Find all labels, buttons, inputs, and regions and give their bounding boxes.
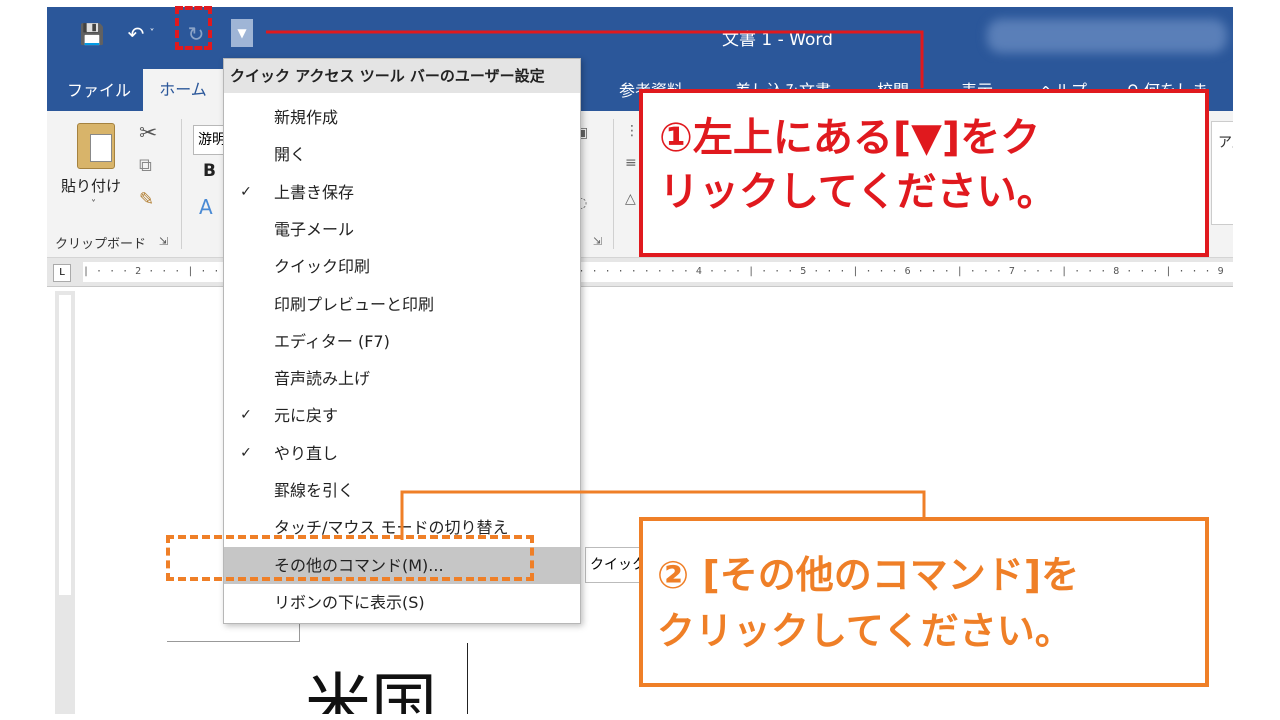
menu-item-label: エディター (F7) bbox=[274, 331, 390, 351]
step1-line1: ①左上にある[▼]をク bbox=[659, 115, 1041, 161]
menu-item-label: 印刷プレビューと印刷 bbox=[274, 294, 435, 314]
step1-callout: ①左上にある[▼]をク リックしてください。 bbox=[639, 89, 1209, 257]
menu-item[interactable]: ✓ 元に戻す bbox=[224, 397, 580, 434]
menu-item-label: 罫線を引く bbox=[274, 481, 355, 500]
align-left-icon[interactable]: ≡ bbox=[625, 155, 637, 171]
customize-qat-button[interactable]: ▼ bbox=[231, 19, 253, 47]
document-text[interactable]: 米国 bbox=[305, 651, 437, 714]
bold-button[interactable]: B bbox=[203, 161, 216, 181]
partial-screentip: クイック bbox=[585, 547, 647, 583]
menu-item-label: 上書き保存 bbox=[274, 182, 355, 202]
checkmark-icon: ✓ bbox=[240, 407, 252, 424]
menu-item[interactable]: クイック印刷 bbox=[224, 248, 580, 285]
menu-item-label: やり直し bbox=[274, 443, 339, 463]
menu-item[interactable]: 新規作成 bbox=[224, 99, 580, 136]
format-painter-icon[interactable]: ✎ bbox=[139, 189, 154, 210]
menu-item-label: 開く bbox=[274, 145, 307, 165]
menu-item[interactable]: 電子メール bbox=[224, 211, 580, 248]
menu-item-label: 電子メール bbox=[274, 219, 355, 239]
menu-item-label: 新規作成 bbox=[274, 108, 339, 127]
tab-file[interactable]: ファイル bbox=[67, 77, 131, 101]
checkmark-icon: ✓ bbox=[240, 183, 252, 200]
paste-icon[interactable] bbox=[77, 123, 115, 169]
undo-dropdown-icon[interactable]: ˅ bbox=[145, 21, 159, 47]
save-icon[interactable]: 💾 bbox=[79, 21, 105, 47]
menu-item-label: 元に戻す bbox=[274, 406, 339, 426]
step1-highlight-box bbox=[175, 6, 212, 50]
shading-icon[interactable]: △ bbox=[625, 191, 636, 207]
clipboard-group-label: クリップボード bbox=[55, 237, 147, 252]
menu-item-label: リボンの下に表示(S) bbox=[274, 592, 425, 612]
menu-item[interactable]: 印刷プレビューと印刷 bbox=[224, 286, 580, 323]
copy-icon[interactable]: ⧉ bbox=[139, 155, 152, 176]
menu-header: クイック アクセス ツール バーのユーザー設定 bbox=[224, 59, 580, 93]
menu-item[interactable]: ✓ 上書き保存 bbox=[224, 174, 580, 211]
text-cursor bbox=[467, 643, 468, 714]
group-divider bbox=[613, 119, 614, 249]
cut-icon[interactable]: ✂ bbox=[139, 121, 157, 146]
menu-item[interactable]: リボンの下に表示(S) bbox=[224, 584, 580, 621]
text-effects-button[interactable]: A bbox=[199, 195, 213, 219]
step1-line2: リックしてください。 bbox=[659, 169, 1057, 215]
dialog-launcher-icon-font[interactable]: ⇲ bbox=[593, 235, 602, 248]
menu-item[interactable]: 開く bbox=[224, 136, 580, 173]
menu-item[interactable]: 罫線を引く bbox=[224, 472, 580, 509]
paste-button-label[interactable]: 貼り付け bbox=[61, 175, 121, 196]
step2-line2: クリックしてください。 bbox=[657, 609, 1073, 653]
menu-item[interactable]: エディター (F7) bbox=[224, 323, 580, 360]
title-bar: 💾 ↶ ˅ ↻ ▼ 文書 1 - Word bbox=[47, 7, 1233, 63]
menu-item[interactable]: ✓ やり直し bbox=[224, 435, 580, 472]
menu-item[interactable]: 音声読み上げ bbox=[224, 360, 580, 397]
bullets-icon[interactable]: ⋮ bbox=[625, 123, 639, 139]
dialog-launcher-icon[interactable]: ⇲ bbox=[159, 235, 168, 248]
checkmark-icon: ✓ bbox=[240, 444, 252, 461]
menu-item-label: クイック印刷 bbox=[274, 257, 371, 277]
group-divider bbox=[181, 119, 182, 249]
vertical-ruler bbox=[55, 291, 75, 714]
step2-highlight-box bbox=[166, 535, 534, 581]
blurred-account-area bbox=[987, 19, 1227, 53]
styles-gallery[interactable]: ア亜 bbox=[1211, 121, 1233, 225]
menu-item-label: 音声読み上げ bbox=[274, 369, 371, 389]
tab-home[interactable]: ホーム bbox=[143, 69, 223, 111]
tab-selector[interactable]: L bbox=[53, 264, 71, 282]
step2-callout: ② [その他のコマンド]を クリックしてください。 bbox=[639, 517, 1209, 687]
chevron-down-icon[interactable]: ˅ bbox=[91, 199, 96, 210]
document-title: 文書 1 - Word bbox=[722, 30, 833, 50]
step2-line1: ② [その他のコマンド]を bbox=[657, 553, 1080, 597]
